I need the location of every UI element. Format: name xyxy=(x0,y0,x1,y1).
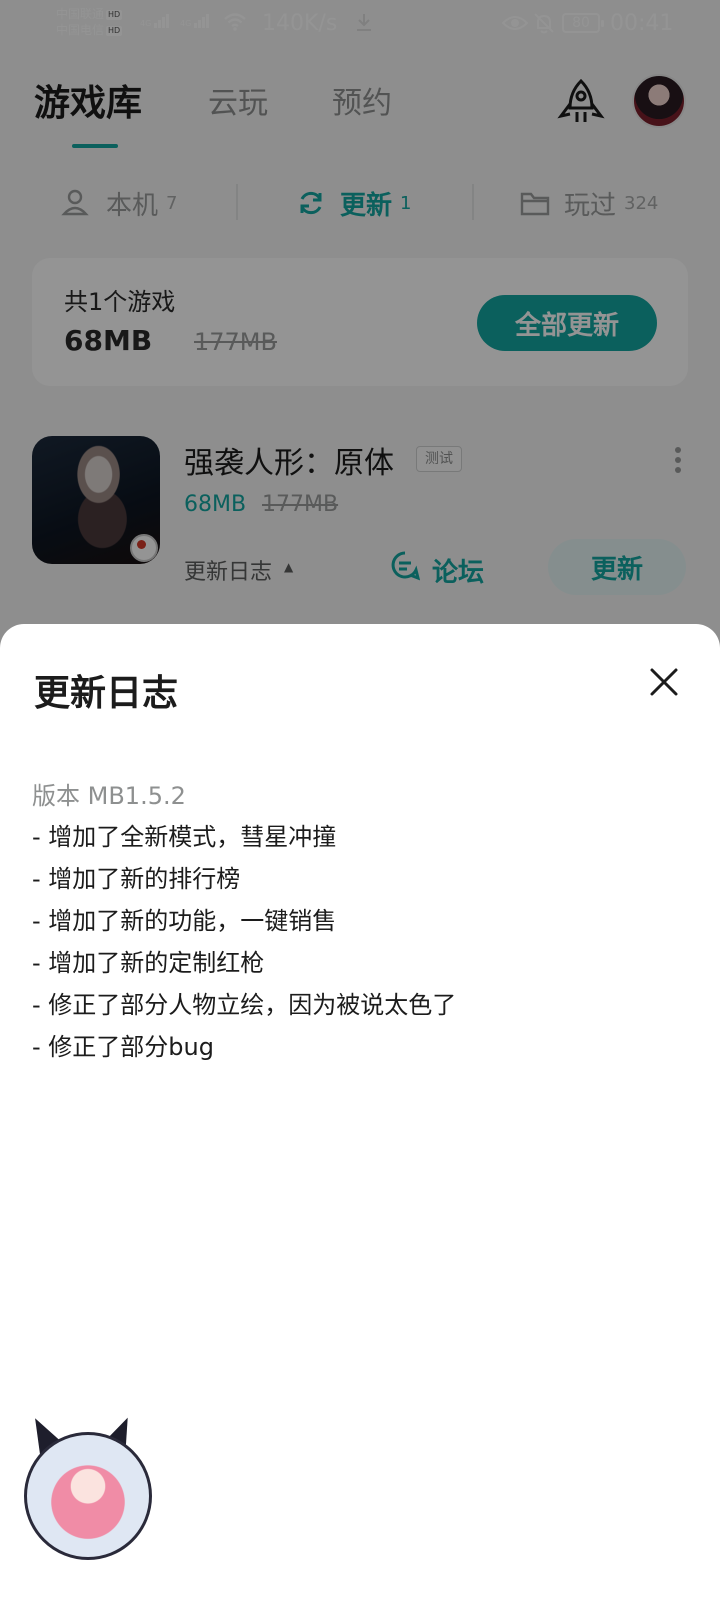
changelog-notes: - 增加了全新模式，彗星冲撞 - 增加了新的排行榜 - 增加了新的功能，一键销售… xyxy=(32,816,692,1068)
version-label: 版本 MB1.5.2 xyxy=(32,782,186,810)
floating-mascot-button[interactable] xyxy=(24,1432,152,1560)
changelog-item: - 增加了全新模式，彗星冲撞 xyxy=(32,823,337,851)
close-icon[interactable] xyxy=(646,664,682,700)
changelog-item: - 增加了新的定制红枪 xyxy=(32,949,265,977)
changelog-item: - 增加了新的排行榜 xyxy=(32,865,241,893)
sheet-title: 更新日志 xyxy=(34,673,179,714)
changelog-item: - 修正了部分人物立绘，因为被说太色了 xyxy=(32,991,457,1019)
changelog-item: - 修正了部分bug xyxy=(32,1033,214,1061)
changelog-item: - 增加了新的功能，一键销售 xyxy=(32,907,337,935)
game-library-page: 中国联通 HD 中国电信 HD 4G 4G 140K/s 80 00:41 游戏… xyxy=(0,0,720,1600)
